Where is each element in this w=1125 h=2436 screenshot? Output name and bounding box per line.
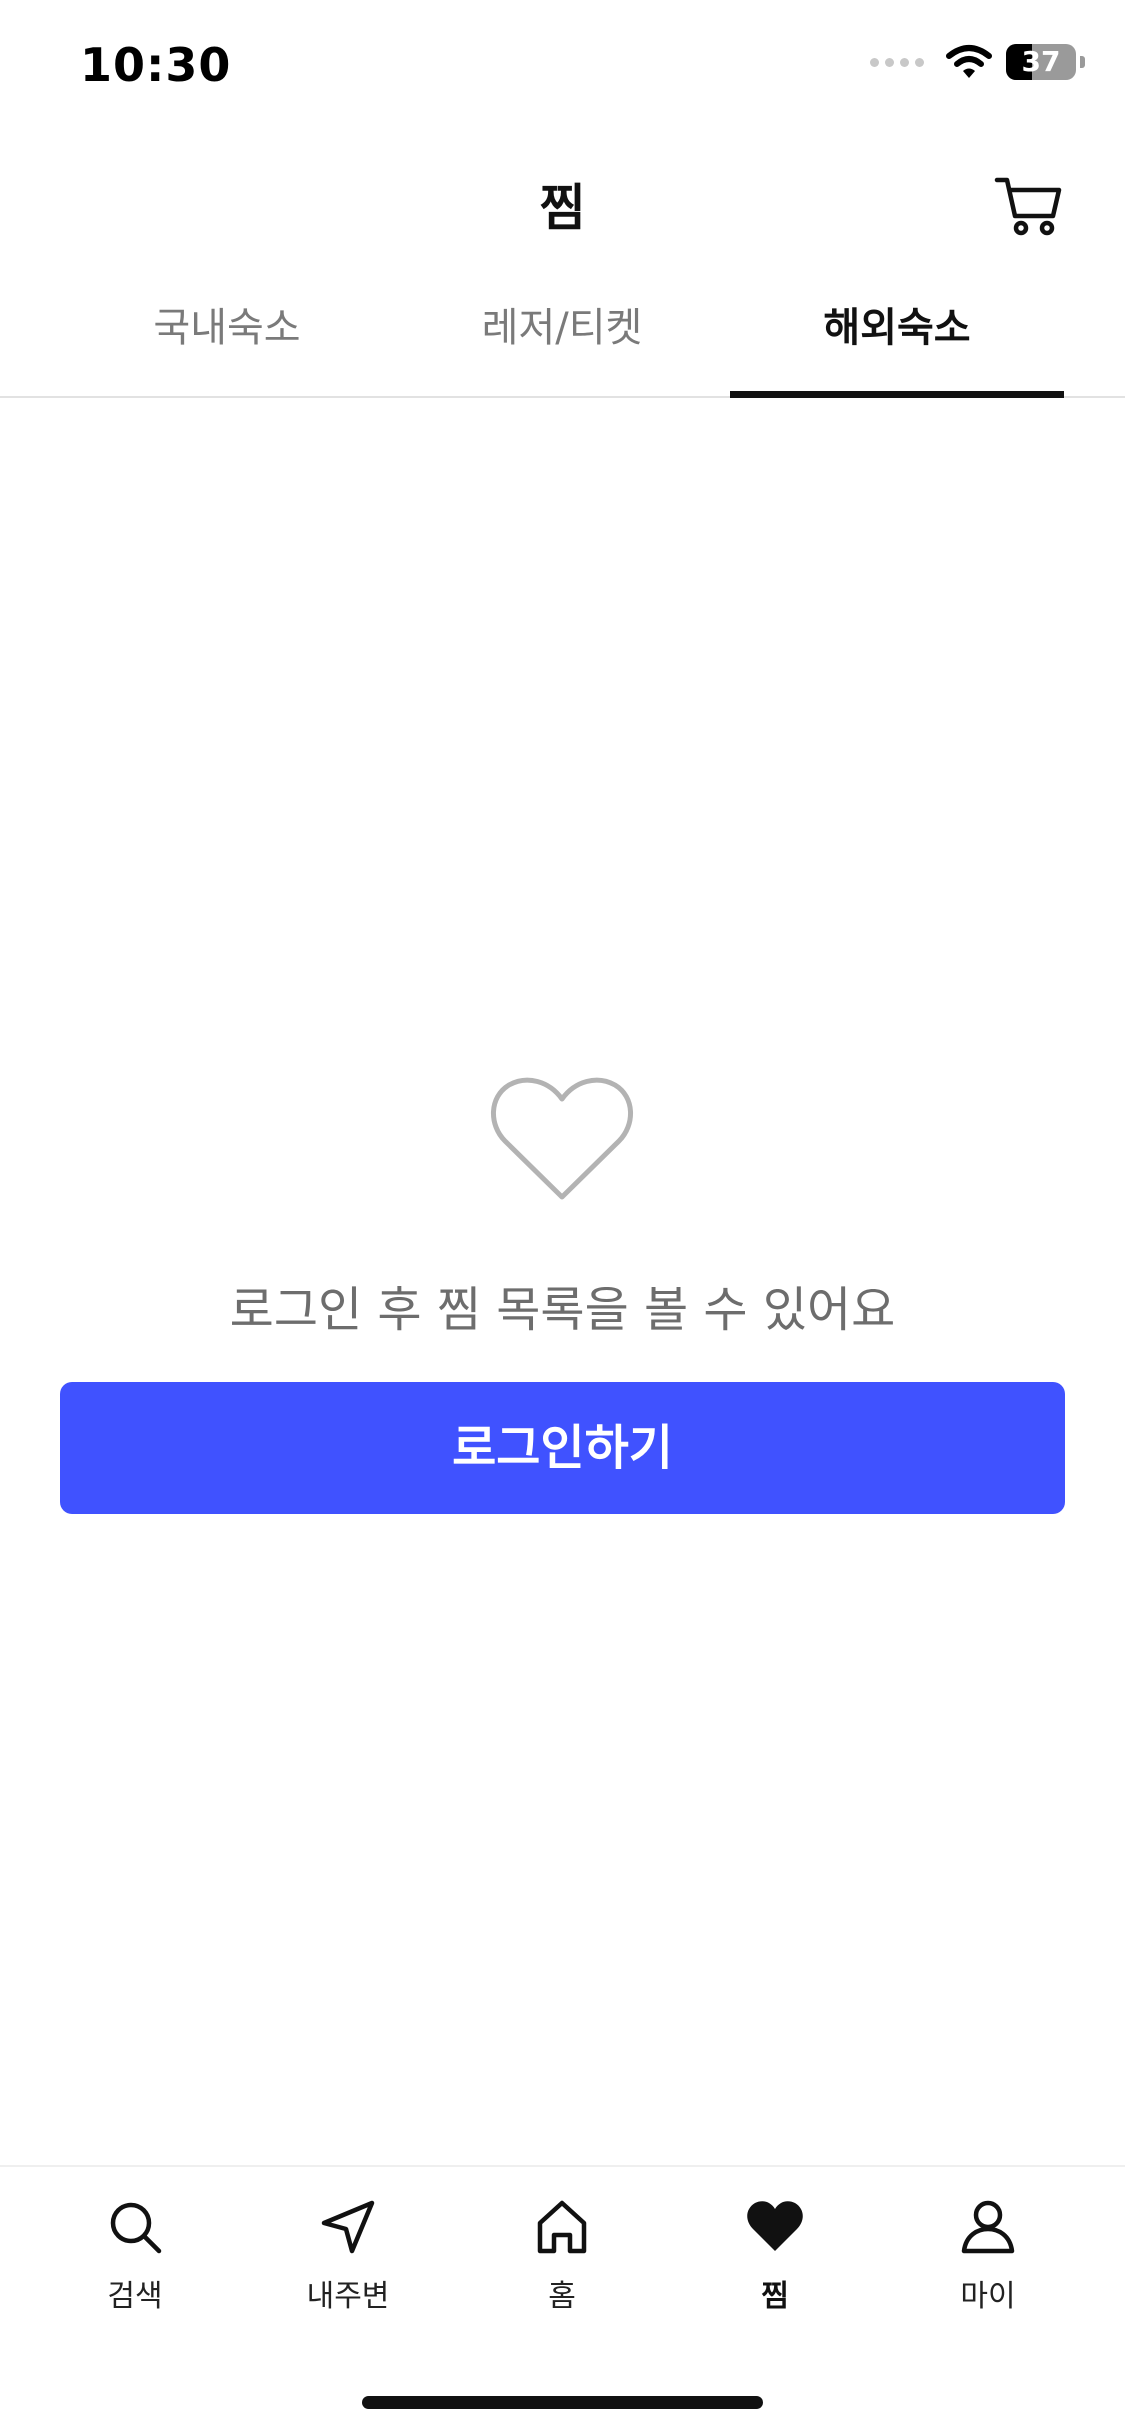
nav-label-my: 마이 [960,2279,1016,2314]
category-tabs: 국내숙소 레저/티켓 해외숙소 [0,280,1125,398]
nav-item-wishlist[interactable]: 찜 [675,2197,875,2315]
nav-item-search[interactable]: 검색 [35,2197,235,2315]
tab-leisure-ticket[interactable]: 레저/티켓 [395,280,729,396]
page-header: 찜 [0,140,1125,270]
nav-label-search: 검색 [107,2279,163,2314]
battery-cap [1080,56,1085,68]
wifi-icon [946,45,992,78]
search-icon [110,2202,162,2254]
tab-overseas-stay[interactable]: 해외숙소 [730,280,1064,398]
cellular-signal-icon [870,57,924,67]
nav-item-my[interactable]: 마이 [888,2197,1088,2315]
status-bar: 10:30 37 [0,0,1125,130]
battery-icon: 37 [1006,44,1076,80]
login-button[interactable]: 로그인하기 [60,1382,1065,1514]
page-title: 찜 [539,179,586,237]
status-indicators: 37 [870,44,1085,80]
tab-domestic-stay[interactable]: 국내숙소 [60,280,394,396]
nav-label-wishlist: 찜 [761,2279,789,2314]
nav-label-nearby: 내주변 [306,2279,390,2314]
nav-item-home[interactable]: 홈 [462,2197,662,2315]
nav-item-nearby[interactable]: 내주변 [248,2197,448,2315]
empty-state-message: 로그인 후 찜 목록을 볼 수 있어요 [229,1282,896,1338]
navigation-arrow-icon [321,2200,375,2254]
home-indicator [362,2396,763,2409]
heart-filled-icon [747,2201,803,2251]
heart-outline-icon [491,1077,633,1200]
cart-button[interactable] [993,170,1065,242]
nav-label-home: 홈 [548,2279,576,2314]
status-time: 10:30 [80,38,232,92]
home-icon [537,2200,587,2254]
cart-icon [994,177,1062,236]
bottom-nav: 검색 내주변 홈 찜 마이 [0,2165,1125,2357]
battery-level: 37 [1021,45,1061,78]
person-icon [961,2200,1015,2254]
